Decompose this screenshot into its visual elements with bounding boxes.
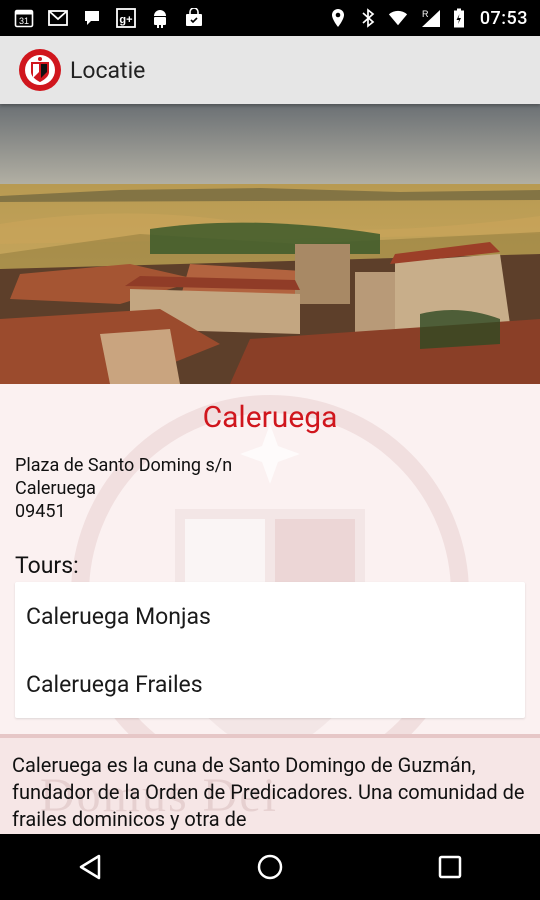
location-name: Caleruega	[202, 400, 338, 435]
caleruega-panorama-image	[0, 104, 540, 384]
status-time: 07:53	[479, 7, 528, 29]
gmail-icon	[48, 8, 68, 28]
android-icon	[150, 8, 170, 28]
notification-icons: 31 g+	[0, 8, 204, 28]
signal-indicator-text: R	[422, 9, 429, 19]
back-icon[interactable]	[60, 837, 120, 897]
app-bar: Locatie	[0, 36, 540, 104]
recents-icon[interactable]	[420, 837, 480, 897]
svg-text:g+: g+	[119, 14, 132, 26]
home-icon[interactable]	[240, 837, 300, 897]
location-details: Caleruega Plaza de Santo Doming s/n Cale…	[0, 384, 540, 734]
location-icon	[328, 8, 348, 28]
bluetooth-icon	[358, 8, 378, 28]
store-bag-icon	[184, 8, 204, 28]
signal-icon: R	[418, 8, 442, 28]
wifi-icon	[388, 8, 408, 28]
calendar-day-text: 31	[19, 16, 29, 26]
battery-icon	[452, 8, 466, 28]
hangouts-icon	[82, 8, 102, 28]
address-block: Plaza de Santo Doming s/n Caleruega 0945…	[15, 454, 232, 523]
navigation-bar	[0, 834, 540, 900]
address-postal-code: 09451	[15, 501, 66, 522]
description-panel: Domus Dei Caleruega es la cuna de Santo …	[0, 734, 540, 834]
tours-list: Caleruega Monjas Caleruega Frailes	[15, 582, 525, 718]
dominican-shield-icon[interactable]	[18, 48, 62, 92]
calendar-icon: 31	[14, 8, 34, 28]
system-icons: R 07:53	[328, 8, 540, 29]
description-text: Caleruega es la cuna de Santo Domingo de…	[12, 753, 525, 831]
page-title: Locatie	[70, 56, 146, 84]
tours-heading: Tours:	[15, 552, 79, 579]
address-city: Caleruega	[15, 478, 96, 499]
status-bar: 31 g+ R 07:53	[0, 0, 540, 36]
address-street: Plaza de Santo Doming s/n	[15, 455, 233, 476]
tour-item-caleruega-monjas[interactable]: Caleruega Monjas	[15, 582, 525, 650]
google-plus-icon: g+	[116, 8, 136, 28]
tour-item-caleruega-frailes[interactable]: Caleruega Frailes	[15, 650, 525, 718]
